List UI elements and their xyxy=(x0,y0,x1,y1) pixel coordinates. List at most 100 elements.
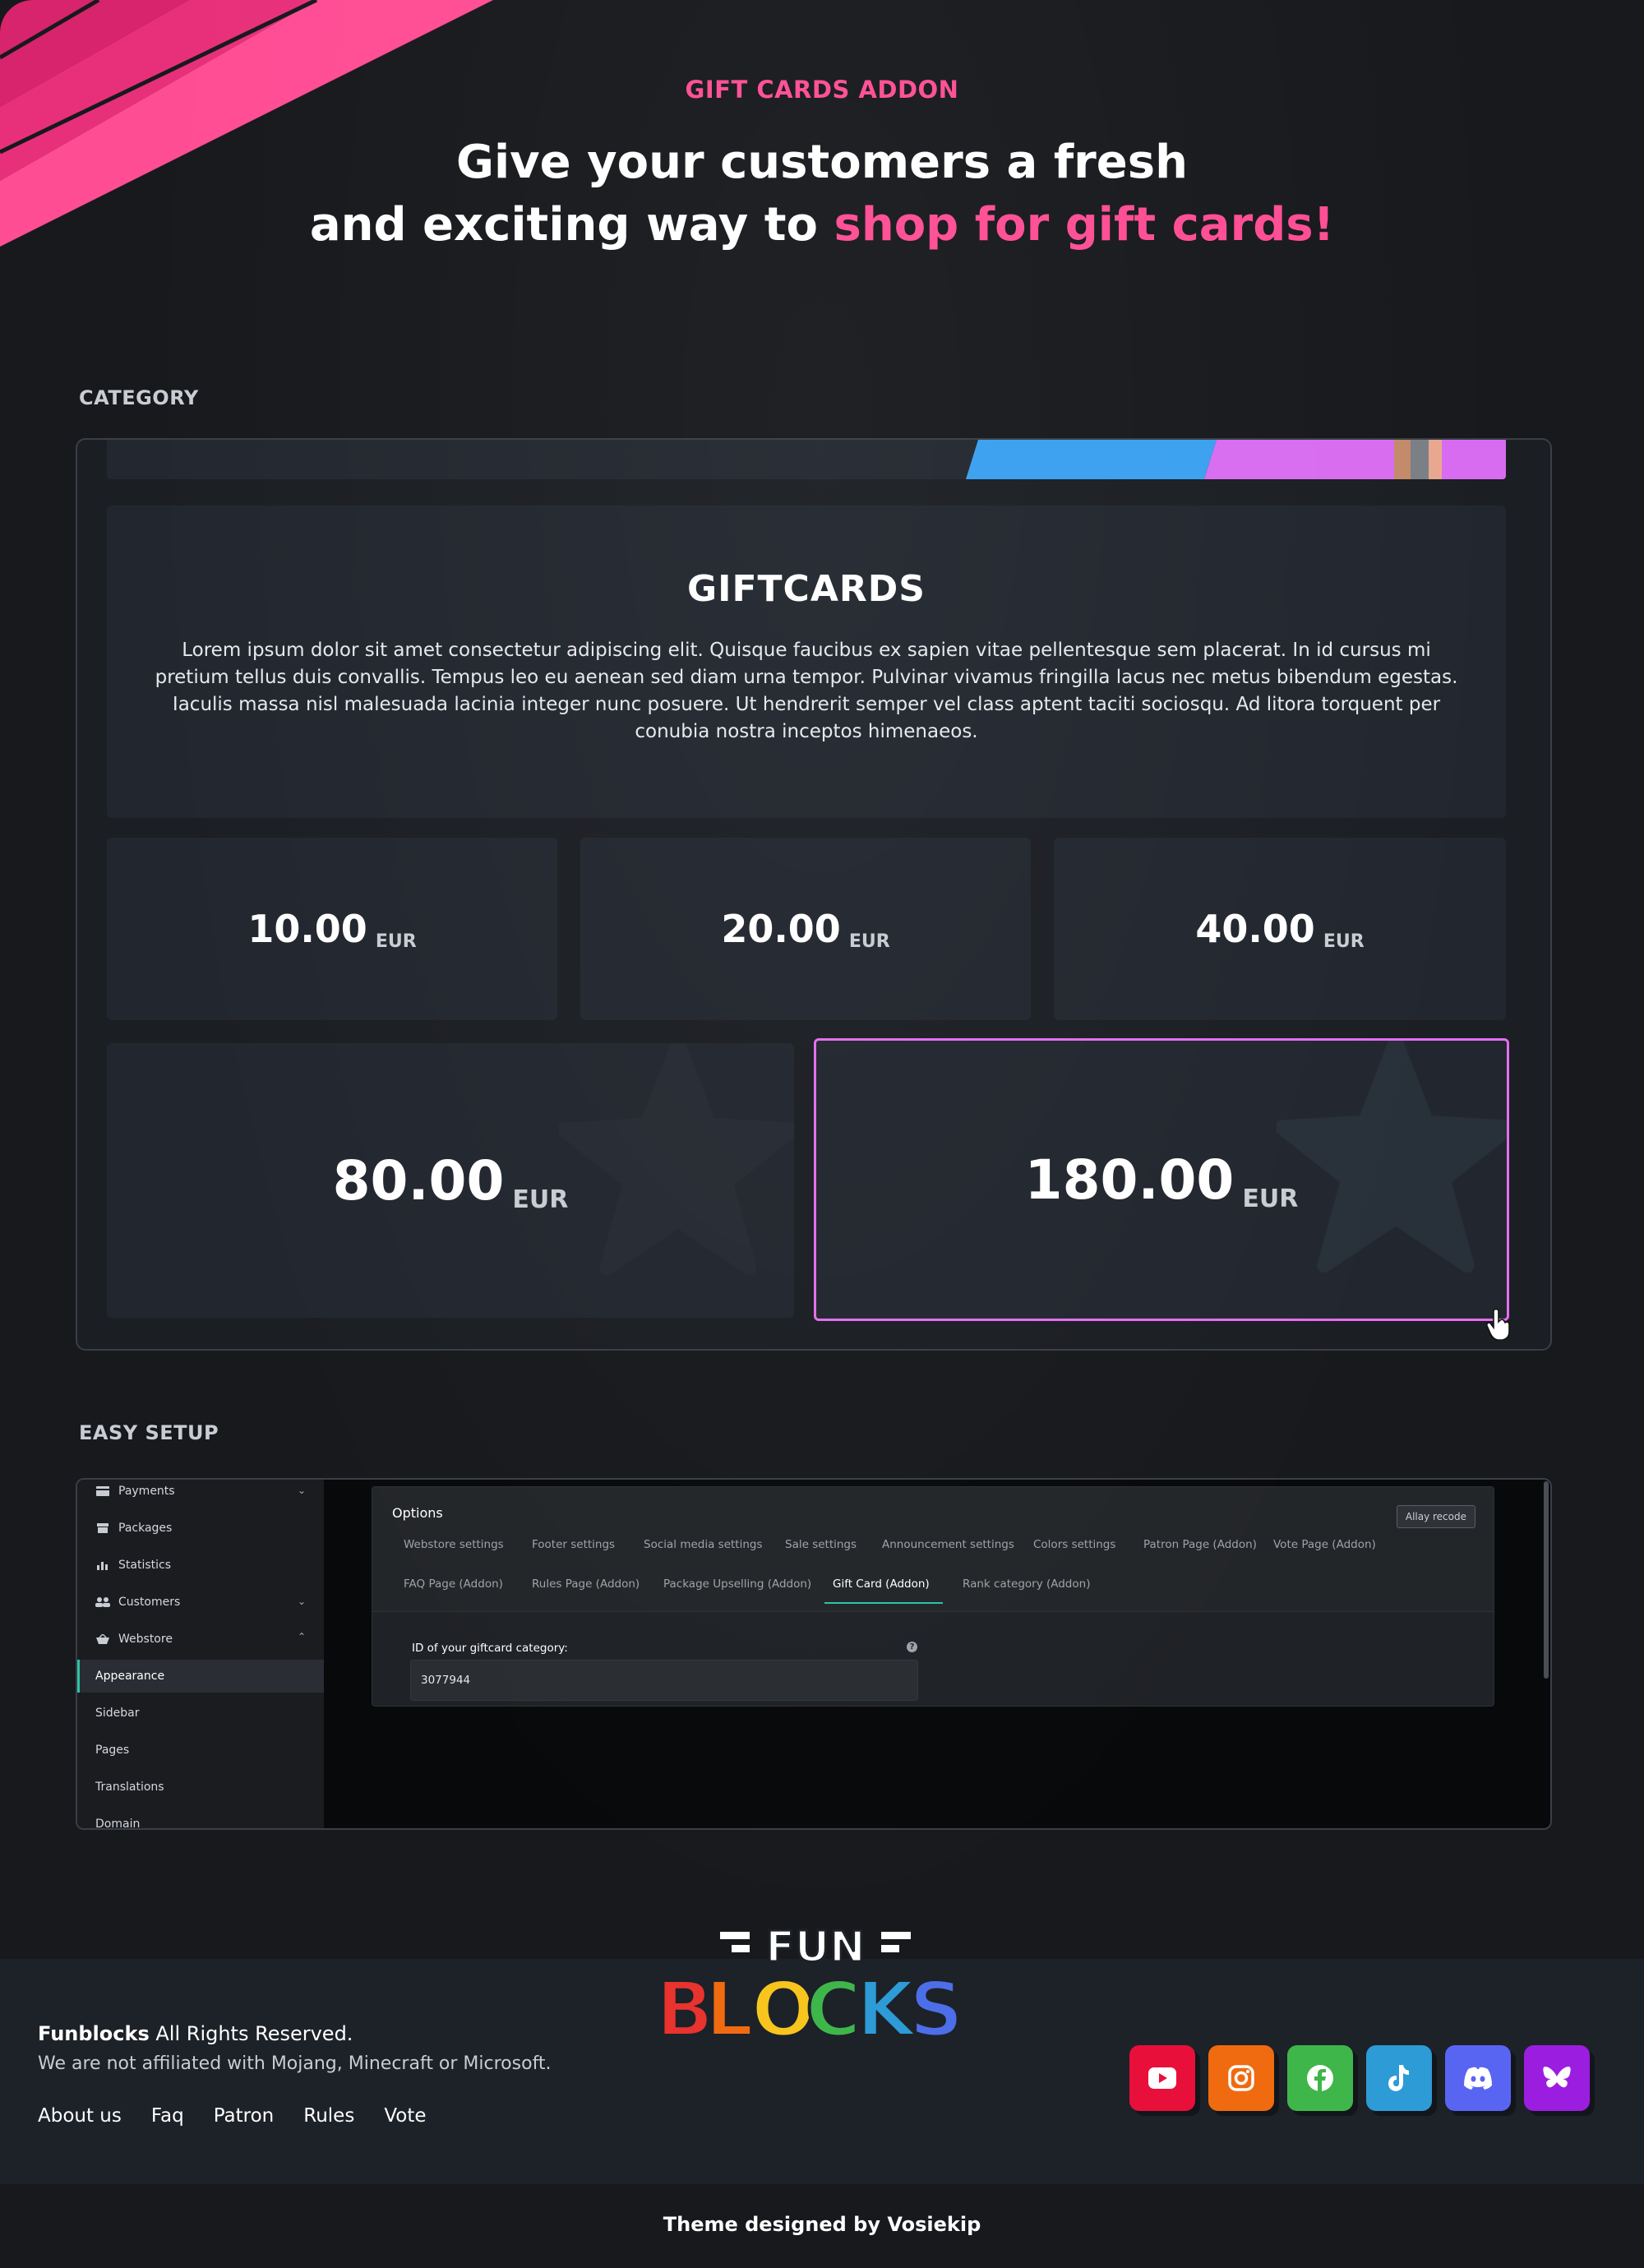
gift-card-20[interactable]: 20.00 EUR xyxy=(580,838,1031,1020)
setup-section-label: EASY SETUP xyxy=(79,1421,219,1444)
rights-text: All Rights Reserved. xyxy=(149,2022,353,2045)
sidebar-item-pages[interactable]: Pages xyxy=(77,1734,324,1767)
admin-sidebar: Payments ⌄ Packages Statistics Customers… xyxy=(77,1480,324,1828)
tiktok-icon xyxy=(1388,2065,1409,2091)
sidebar-item-payments[interactable]: Payments ⌄ xyxy=(77,1480,324,1508)
chevron-up-icon: ⌃ xyxy=(297,1631,306,1642)
footer-link-patron[interactable]: Patron xyxy=(214,2105,275,2127)
hero-title-plain: and exciting way to xyxy=(309,198,834,252)
box-icon xyxy=(95,1522,110,1534)
tab-sale-settings[interactable]: Sale settings xyxy=(785,1538,857,1551)
category-banner xyxy=(107,440,1506,479)
tab-gift-card[interactable]: Gift Card (Addon) xyxy=(833,1577,930,1591)
hand-cursor-icon xyxy=(1486,1308,1510,1340)
sidebar-item-customers[interactable]: Customers ⌄ xyxy=(77,1586,324,1619)
funblocks-logo: FUN B L O C K S xyxy=(654,1922,965,2048)
gift-card-180-selected[interactable]: 180.00 EUR xyxy=(814,1038,1509,1321)
sidebar-item-label: Appearance xyxy=(95,1670,165,1683)
options-title: Options xyxy=(392,1505,443,1521)
sidebar-item-label: Statistics xyxy=(118,1559,171,1572)
giftcards-description: Lorem ipsum dolor sit amet consectetur a… xyxy=(155,640,1458,742)
gift-card-40[interactable]: 40.00 EUR xyxy=(1054,838,1506,1020)
scrollbar[interactable] xyxy=(1544,1481,1549,1679)
facebook-icon xyxy=(1307,2065,1333,2092)
sidebar-item-domain[interactable]: Domain xyxy=(77,1808,324,1828)
giftcard-category-input[interactable] xyxy=(410,1660,918,1701)
users-icon xyxy=(95,1596,110,1608)
youtube-icon xyxy=(1148,2067,1176,2089)
brand-name: Funblocks xyxy=(38,2022,150,2045)
gift-card-currency: EUR xyxy=(848,931,890,952)
bluesky-icon xyxy=(1543,2067,1571,2088)
tab-vote-page[interactable]: Vote Page (Addon) xyxy=(1273,1538,1376,1551)
sidebar-item-sidebar[interactable]: Sidebar xyxy=(77,1697,324,1730)
tab-social-media-settings[interactable]: Social media settings xyxy=(644,1538,763,1551)
active-tab-indicator xyxy=(824,1602,943,1604)
sidebar-item-label: Packages xyxy=(118,1522,173,1535)
bar-chart-icon xyxy=(95,1559,110,1571)
tab-colors-settings[interactable]: Colors settings xyxy=(1033,1538,1115,1551)
social-links xyxy=(1129,2045,1590,2111)
facebook-button[interactable] xyxy=(1287,2045,1353,2111)
hero-title-accent: shop for gift cards! xyxy=(834,198,1335,252)
svg-text:S: S xyxy=(909,1965,963,2047)
tab-patron-page[interactable]: Patron Page (Addon) xyxy=(1143,1538,1257,1551)
sidebar-item-label: Payments xyxy=(118,1485,175,1498)
help-icon[interactable]: ? xyxy=(907,1642,917,1652)
setup-preview: Payments ⌄ Packages Statistics Customers… xyxy=(76,1478,1552,1830)
bluesky-button[interactable] xyxy=(1524,2045,1590,2111)
sidebar-item-label: Webstore xyxy=(118,1633,173,1646)
gift-card-currency: EUR xyxy=(375,931,417,952)
tab-webstore-settings[interactable]: Webstore settings xyxy=(404,1538,504,1551)
logo-top-text: FUN xyxy=(765,1923,865,1972)
footer-link-about[interactable]: About us xyxy=(38,2105,122,2127)
discord-icon xyxy=(1464,2067,1492,2090)
star-icon xyxy=(1277,1041,1507,1273)
tab-package-upselling[interactable]: Package Upselling (Addon) xyxy=(663,1577,811,1591)
category-preview: GIFTCARDS Lorem ipsum dolor sit amet con… xyxy=(76,438,1552,1351)
svg-text:C: C xyxy=(806,1965,861,2047)
tab-footer-settings[interactable]: Footer settings xyxy=(532,1538,615,1551)
sidebar-item-packages[interactable]: Packages xyxy=(77,1512,324,1545)
gift-card-amount: 40.00 xyxy=(1195,907,1315,951)
gift-card-currency: EUR xyxy=(512,1185,569,1214)
discord-button[interactable] xyxy=(1445,2045,1511,2111)
tab-rules-page[interactable]: Rules Page (Addon) xyxy=(532,1577,640,1591)
gift-card-80[interactable]: 80.00 EUR xyxy=(107,1043,794,1318)
instagram-icon xyxy=(1228,2065,1254,2091)
recode-button[interactable]: Allay recode xyxy=(1396,1505,1475,1528)
page: GIFT CARDS ADDON Give your customers a f… xyxy=(0,0,1644,2268)
footer-link-rules[interactable]: Rules xyxy=(303,2105,354,2127)
instagram-button[interactable] xyxy=(1208,2045,1274,2111)
chevron-down-icon: ⌄ xyxy=(297,1596,306,1607)
card-icon xyxy=(95,1485,110,1497)
sidebar-item-statistics[interactable]: Statistics xyxy=(77,1549,324,1582)
youtube-button[interactable] xyxy=(1129,2045,1195,2111)
star-icon xyxy=(559,1043,794,1276)
theme-credit: Theme designed by Vosiekip xyxy=(663,2213,981,2236)
gift-card-currency: EUR xyxy=(1323,931,1365,952)
sidebar-item-translations[interactable]: Translations xyxy=(77,1771,324,1804)
tab-announcement-settings[interactable]: Announcement settings xyxy=(882,1538,1014,1551)
gift-card-amount: 10.00 xyxy=(247,907,367,951)
sidebar-item-webstore[interactable]: Webstore ⌃ xyxy=(77,1623,324,1656)
hero-eyebrow: GIFT CARDS ADDON xyxy=(685,76,959,104)
sidebar-item-appearance[interactable]: Appearance xyxy=(77,1660,324,1693)
sidebar-item-label: Sidebar xyxy=(95,1707,140,1720)
gift-card-currency: EUR xyxy=(1242,1184,1299,1213)
chevron-down-icon: ⌄ xyxy=(297,1485,306,1496)
giftcards-title: GIFTCARDS xyxy=(687,568,926,610)
tab-faq-page[interactable]: FAQ Page (Addon) xyxy=(404,1577,503,1591)
footer-link-vote[interactable]: Vote xyxy=(384,2105,426,2127)
banner-stripes xyxy=(966,440,1506,479)
tab-rank-category[interactable]: Rank category (Addon) xyxy=(963,1577,1090,1591)
options-panel: Options Allay recode Webstore settings F… xyxy=(372,1486,1494,1707)
sidebar-item-label: Customers xyxy=(118,1596,181,1609)
gift-card-amount: 80.00 xyxy=(332,1148,505,1213)
gift-card-10[interactable]: 10.00 EUR xyxy=(107,838,557,1020)
footer-disclaimer: We are not affiliated with Mojang, Minec… xyxy=(38,2053,552,2074)
giftcards-panel: GIFTCARDS Lorem ipsum dolor sit amet con… xyxy=(107,506,1506,818)
footer-link-faq[interactable]: Faq xyxy=(151,2105,184,2127)
basket-icon xyxy=(95,1633,110,1645)
tiktok-button[interactable] xyxy=(1366,2045,1432,2111)
